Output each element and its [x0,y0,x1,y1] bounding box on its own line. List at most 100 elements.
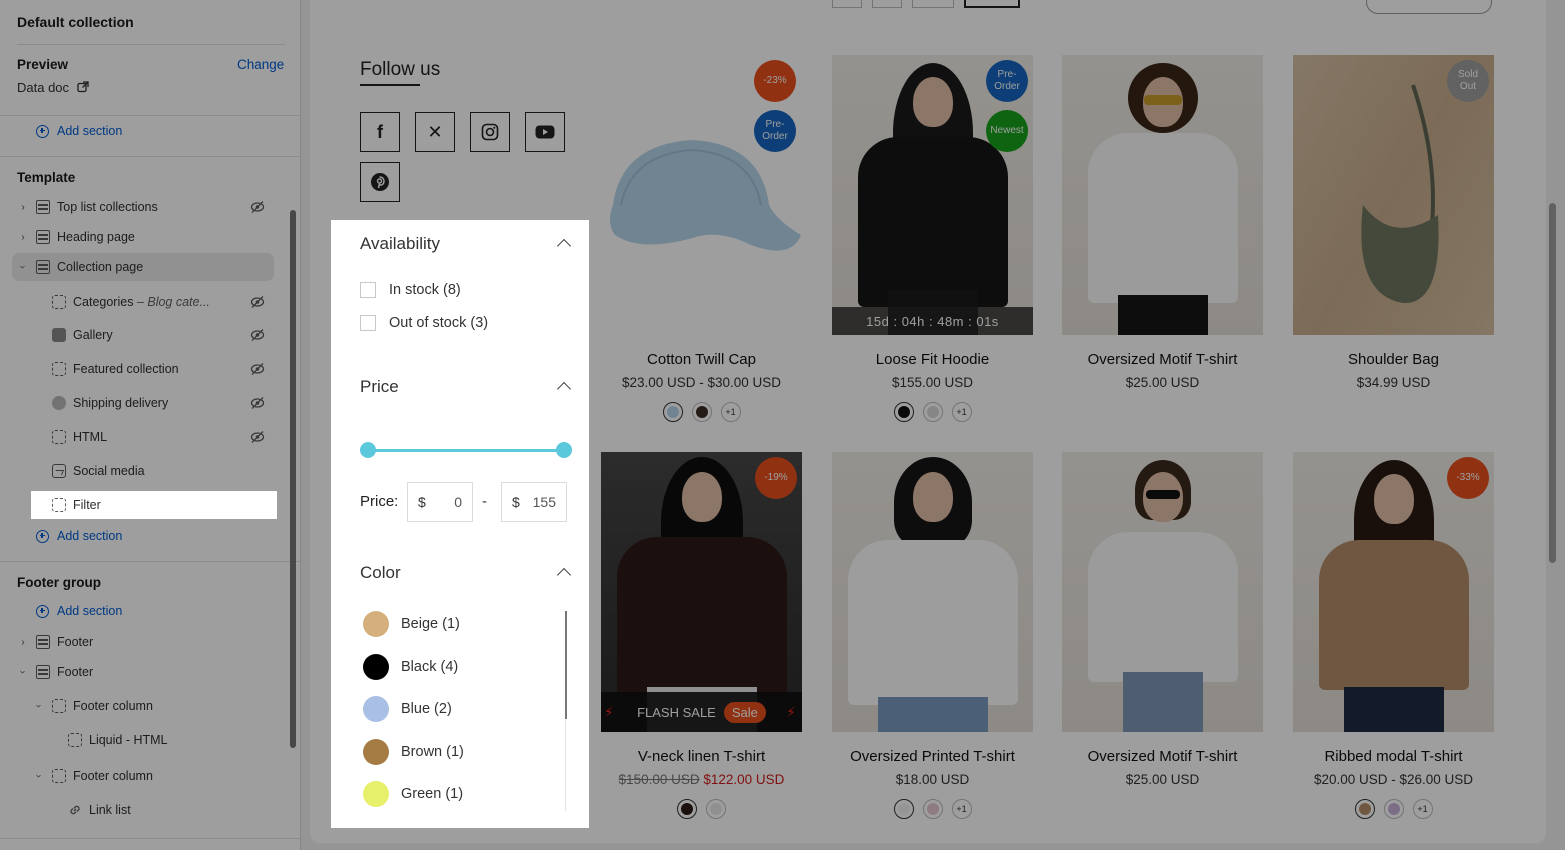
block-html[interactable]: HTML [12,423,274,451]
block-footer-column[interactable]: › Footer column [12,762,274,790]
add-section-button[interactable]: Add section [36,122,122,140]
price-slider-max-handle[interactable] [556,442,572,458]
block-social-media[interactable]: Social media [12,457,274,485]
swatch-pink[interactable] [922,799,943,819]
product-name[interactable]: V-neck linen T-shirt [601,748,802,765]
preview-value[interactable]: Data doc [17,80,89,95]
eye-hidden-icon[interactable] [250,362,265,376]
block-shipping-delivery[interactable]: Shipping delivery [12,389,274,417]
pagination-item[interactable] [912,0,954,8]
eye-hidden-icon[interactable] [250,200,265,214]
instagram-icon[interactable] [470,112,510,152]
eye-hidden-icon[interactable] [250,396,265,410]
block-filter-selected[interactable]: Filter [31,491,277,519]
color-option[interactable]: Beige (1) [363,611,460,637]
chevron-right-icon[interactable]: › [18,202,28,213]
swatch-brown[interactable] [677,799,697,819]
swatch-black[interactable] [893,402,914,422]
product-card[interactable]: Oversized Motif T-shirt $25.00 USD [1062,452,1263,787]
chevron-right-icon[interactable]: › [18,232,28,243]
eye-hidden-icon[interactable] [250,430,265,444]
more-swatches[interactable]: +1 [1412,799,1433,819]
price-min-input[interactable] [430,494,462,510]
product-image[interactable]: -33% [1293,452,1494,732]
section-top-list-collections[interactable]: › Top list collections [12,193,274,221]
filter-out-of-stock[interactable]: Out of stock (3) [360,315,488,331]
add-section-button[interactable]: Add section [36,602,122,620]
price-max-field[interactable]: $ [501,482,567,522]
facebook-icon[interactable]: f [360,112,400,152]
price-slider-track[interactable] [368,449,564,452]
block-link-list[interactable]: Link list [12,796,274,824]
price-max-input[interactable] [524,494,556,510]
pagination-item[interactable] [832,0,862,8]
product-image[interactable]: -23% Pre- Order [601,55,802,335]
product-card[interactable]: -23% Pre- Order Cotton Twill Cap $23.00 … [601,55,802,422]
chevron-down-icon[interactable]: › [18,667,29,677]
product-image[interactable]: Sold Out [1293,55,1494,335]
swatch-tan[interactable] [1354,799,1375,819]
color-swatch[interactable] [363,781,389,807]
product-name[interactable]: Ribbed modal T-shirt [1293,748,1494,765]
color-option[interactable]: Green (1) [363,781,463,807]
section-collection-page[interactable]: › Collection page [12,253,274,281]
product-card[interactable]: -19% ⚡ FLASH SALE Sale ⚡ V-neck linen T-… [601,452,802,819]
swatch-dark[interactable] [691,402,712,422]
color-swatch[interactable] [363,611,389,637]
checkbox[interactable] [360,315,376,331]
product-card[interactable]: -33% Ribbed modal T-shirt $20.00 USD - $… [1293,452,1494,819]
checkbox[interactable] [360,282,376,298]
color-swatch[interactable] [363,739,389,765]
block-gallery[interactable]: Gallery [12,321,274,349]
swatch-lilac[interactable] [1383,799,1404,819]
section-heading-page[interactable]: › Heading page [12,223,274,251]
product-name[interactable]: Cotton Twill Cap [601,351,802,368]
color-option[interactable]: Blue (2) [363,696,452,722]
product-name[interactable]: Shoulder Bag [1293,351,1494,368]
color-heading[interactable]: Color [360,563,401,583]
pagination-item-active[interactable] [964,0,1020,8]
color-option[interactable]: Black (4) [363,654,458,680]
eye-hidden-icon[interactable] [250,328,265,342]
section-footer[interactable]: › Footer [12,658,274,686]
youtube-icon[interactable] [525,112,565,152]
price-slider-min-handle[interactable] [360,442,376,458]
product-image[interactable] [1062,55,1263,335]
product-image[interactable] [832,452,1033,732]
product-card[interactable]: Oversized Printed T-shirt $18.00 USD +1 [832,452,1033,819]
product-name[interactable]: Oversized Motif T-shirt [1062,748,1263,765]
availability-heading[interactable]: Availability [360,234,440,254]
preview-scrollbar[interactable] [1549,203,1556,563]
swatch-white[interactable] [706,799,726,819]
block-footer-column[interactable]: › Footer column [12,692,274,720]
color-option[interactable]: Brown (1) [363,739,464,765]
chevron-down-icon[interactable]: › [34,771,45,781]
product-image[interactable]: -19% ⚡ FLASH SALE Sale ⚡ [601,452,802,732]
chevron-up-icon[interactable] [556,567,572,583]
sort-button[interactable] [1366,0,1492,14]
pagination-item[interactable] [872,0,902,8]
more-swatches[interactable]: +1 [720,402,741,422]
color-swatch[interactable] [363,696,389,722]
price-heading[interactable]: Price [360,377,399,397]
product-name[interactable]: Oversized Printed T-shirt [832,748,1033,765]
product-card[interactable]: Sold Out Shoulder Bag $34.99 USD [1293,55,1494,390]
x-icon[interactable]: ✕ [415,112,455,152]
color-swatch[interactable] [363,654,389,680]
block-liquid-html[interactable]: Liquid - HTML [12,726,274,754]
change-preview-link[interactable]: Change [237,57,284,72]
product-image[interactable]: Pre- Order Newest 15d : 04h : 48m : 01s [832,55,1033,335]
more-swatches[interactable]: +1 [951,799,972,819]
price-min-field[interactable]: $ [407,482,473,522]
eye-hidden-icon[interactable] [250,295,265,309]
chevron-right-icon[interactable]: › [18,637,28,648]
swatch-grey[interactable] [922,402,943,422]
pinterest-icon[interactable] [360,162,400,202]
swatch-light-blue[interactable] [662,402,683,422]
add-section-button[interactable]: Add section [36,527,122,545]
chevron-down-icon[interactable]: › [34,701,45,711]
product-card[interactable]: Pre- Order Newest 15d : 04h : 48m : 01s … [832,55,1033,422]
color-list-scrollbar[interactable] [565,611,567,719]
section-footer[interactable]: › Footer [12,628,274,656]
swatch-white[interactable] [893,799,914,819]
